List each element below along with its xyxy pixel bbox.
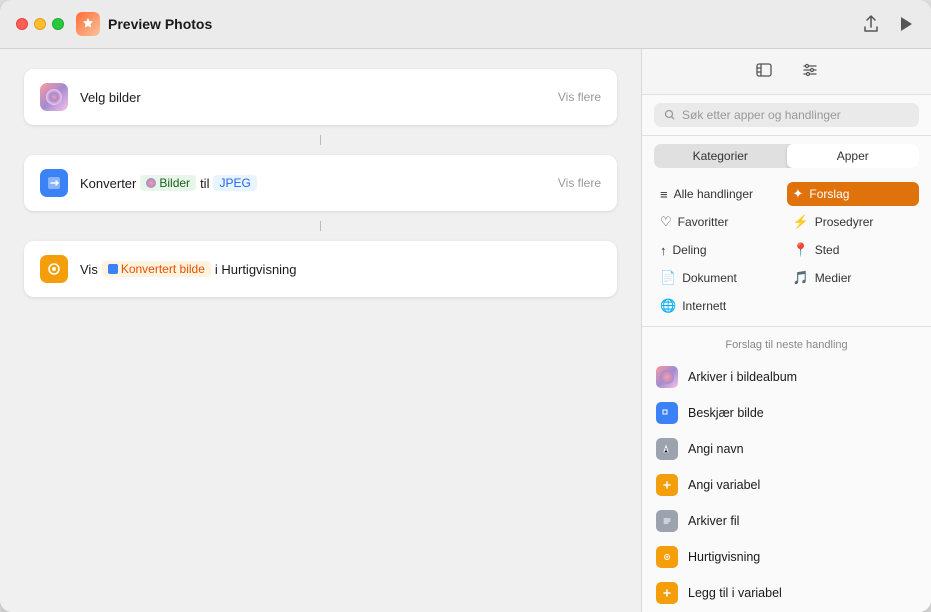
step-1-vis-more[interactable]: Vis flere bbox=[542, 90, 601, 104]
step-2-content: Konverter Bilder til JPEG bbox=[80, 175, 542, 191]
workflow-step-3[interactable]: Vis Konvertert bilde i Hurtigvisning bbox=[24, 241, 617, 297]
dokument-icon: 📄 bbox=[660, 270, 676, 286]
search-input-wrap bbox=[654, 103, 919, 127]
suggestion-beskjaer-bilde[interactable]: Beskjær bilde bbox=[642, 395, 931, 431]
suggestions-title: Forslag til neste handling bbox=[642, 335, 931, 359]
suggestion-legg-til-variabel[interactable]: Legg til i variabel bbox=[642, 575, 931, 611]
category-toggle: Kategorier Apper bbox=[654, 144, 919, 168]
medier-icon: 🎵 bbox=[793, 270, 809, 286]
step-2-label-before: Konverter bbox=[80, 176, 136, 191]
maximize-button[interactable] bbox=[52, 18, 64, 30]
filter-internett-label: Internett bbox=[682, 299, 726, 313]
search-bar bbox=[642, 95, 931, 136]
suggestion-label-4: Arkiver fil bbox=[688, 514, 739, 528]
filter-favoritter[interactable]: ♡ Favoritter bbox=[654, 210, 787, 234]
titlebar-title: Preview Photos bbox=[108, 16, 861, 32]
suggestion-hurtigvisning[interactable]: Hurtigvisning bbox=[642, 539, 931, 575]
step-3-content: Vis Konvertert bilde i Hurtigvisning bbox=[80, 261, 601, 277]
app-icon bbox=[76, 12, 100, 36]
filter-forslag-label: Forslag bbox=[809, 187, 849, 201]
suggestion-icon-1 bbox=[656, 402, 678, 424]
filter-deling-label: Deling bbox=[673, 243, 707, 257]
prosedyrer-icon: ⚡ bbox=[793, 214, 809, 230]
suggestion-label-2: Angi navn bbox=[688, 442, 744, 456]
filter-sted[interactable]: 📍 Sted bbox=[787, 238, 920, 262]
suggestion-icon-2 bbox=[656, 438, 678, 460]
filter-medier-label: Medier bbox=[815, 271, 852, 285]
step-3-label-after: i Hurtigvisning bbox=[215, 262, 297, 277]
filter-sted-label: Sted bbox=[815, 243, 840, 257]
suggestion-label-0: Arkiver i bildealbum bbox=[688, 370, 797, 384]
favoritter-icon: ♡ bbox=[660, 214, 672, 230]
suggestion-icon-0 bbox=[656, 366, 678, 388]
step-2-vis-more[interactable]: Vis flere bbox=[542, 176, 601, 190]
filter-dokument[interactable]: 📄 Dokument bbox=[654, 266, 787, 290]
suggestion-label-3: Angi variabel bbox=[688, 478, 760, 492]
filter-categories: ≡ Alle handlinger ✦ Forslag ♡ Favoritter… bbox=[642, 176, 931, 327]
filter-dokument-label: Dokument bbox=[682, 271, 737, 285]
minimize-button[interactable] bbox=[34, 18, 46, 30]
filter-favoritter-label: Favoritter bbox=[678, 215, 729, 229]
connector-2 bbox=[320, 221, 321, 231]
step-3-tag1: Konvertert bilde bbox=[102, 261, 211, 277]
suggestion-icon-3 bbox=[656, 474, 678, 496]
forslag-icon: ✦ bbox=[793, 186, 804, 202]
suggestion-label-6: Legg til i variabel bbox=[688, 586, 782, 600]
suggestions-section: Forslag til neste handling Arkiver i bil… bbox=[642, 327, 931, 612]
step-2-icon bbox=[40, 169, 68, 197]
settings-icon-btn[interactable] bbox=[795, 59, 825, 86]
sted-icon: 📍 bbox=[793, 242, 809, 258]
alle-icon: ≡ bbox=[660, 187, 668, 202]
filter-internett[interactable]: 🌐 Internett bbox=[654, 294, 787, 318]
step-3-label-before: Vis bbox=[80, 262, 98, 277]
suggestion-label-1: Beskjær bilde bbox=[688, 406, 764, 420]
step-1-content: Velg bilder bbox=[80, 90, 542, 105]
step-1-icon bbox=[40, 83, 68, 111]
workflow-panel: Velg bilder Vis flere Konverter bbox=[0, 49, 641, 612]
filter-alle-label: Alle handlinger bbox=[674, 187, 753, 201]
step-2-tag2: JPEG bbox=[213, 175, 256, 191]
step-2-tag1: Bilder bbox=[140, 175, 196, 191]
step-3-icon bbox=[40, 255, 68, 283]
filter-medier[interactable]: 🎵 Medier bbox=[787, 266, 920, 290]
suggestion-label-5: Hurtigvisning bbox=[688, 550, 760, 564]
search-input[interactable] bbox=[682, 108, 909, 122]
connector-1 bbox=[320, 135, 321, 145]
suggestion-arkiver-bildealbum[interactable]: Arkiver i bildealbum bbox=[642, 359, 931, 395]
play-button[interactable] bbox=[897, 14, 915, 34]
filter-alle-handlinger[interactable]: ≡ Alle handlinger bbox=[654, 182, 787, 206]
deling-icon: ↑ bbox=[660, 243, 667, 258]
traffic-lights bbox=[16, 18, 64, 30]
apper-btn[interactable]: Apper bbox=[787, 144, 920, 168]
suggestion-angi-navn[interactable]: Angi navn bbox=[642, 431, 931, 467]
suggestion-angi-variabel[interactable]: Angi variabel bbox=[642, 467, 931, 503]
search-icon bbox=[664, 109, 676, 121]
suggestion-icon-6 bbox=[656, 582, 678, 604]
share-button[interactable] bbox=[861, 13, 881, 35]
filter-prosedyrer[interactable]: ⚡ Prosedyrer bbox=[787, 210, 920, 234]
step-2-label-mid: til bbox=[200, 176, 209, 191]
workflow-step-1[interactable]: Velg bilder Vis flere bbox=[24, 69, 617, 125]
filter-prosedyrer-label: Prosedyrer bbox=[815, 215, 874, 229]
filter-forslag[interactable]: ✦ Forslag bbox=[787, 182, 920, 206]
suggestion-icon-5 bbox=[656, 546, 678, 568]
internett-icon: 🌐 bbox=[660, 298, 676, 314]
library-icon-btn[interactable] bbox=[749, 59, 779, 86]
titlebar: Preview Photos bbox=[0, 0, 931, 49]
close-button[interactable] bbox=[16, 18, 28, 30]
filter-deling[interactable]: ↑ Deling bbox=[654, 238, 787, 262]
right-panel-header bbox=[642, 49, 931, 95]
step-1-label: Velg bilder bbox=[80, 90, 141, 105]
right-panel: Kategorier Apper ≡ Alle handlinger ✦ For… bbox=[641, 49, 931, 612]
suggestion-arkiver-fil[interactable]: Arkiver fil bbox=[642, 503, 931, 539]
workflow-step-2[interactable]: Konverter Bilder til JPEG Vis flere bbox=[24, 155, 617, 211]
suggestion-icon-4 bbox=[656, 510, 678, 532]
main-content: Velg bilder Vis flere Konverter bbox=[0, 49, 931, 612]
app-window: Preview Photos bbox=[0, 0, 931, 612]
kategorier-btn[interactable]: Kategorier bbox=[654, 144, 787, 168]
titlebar-actions bbox=[861, 13, 915, 35]
